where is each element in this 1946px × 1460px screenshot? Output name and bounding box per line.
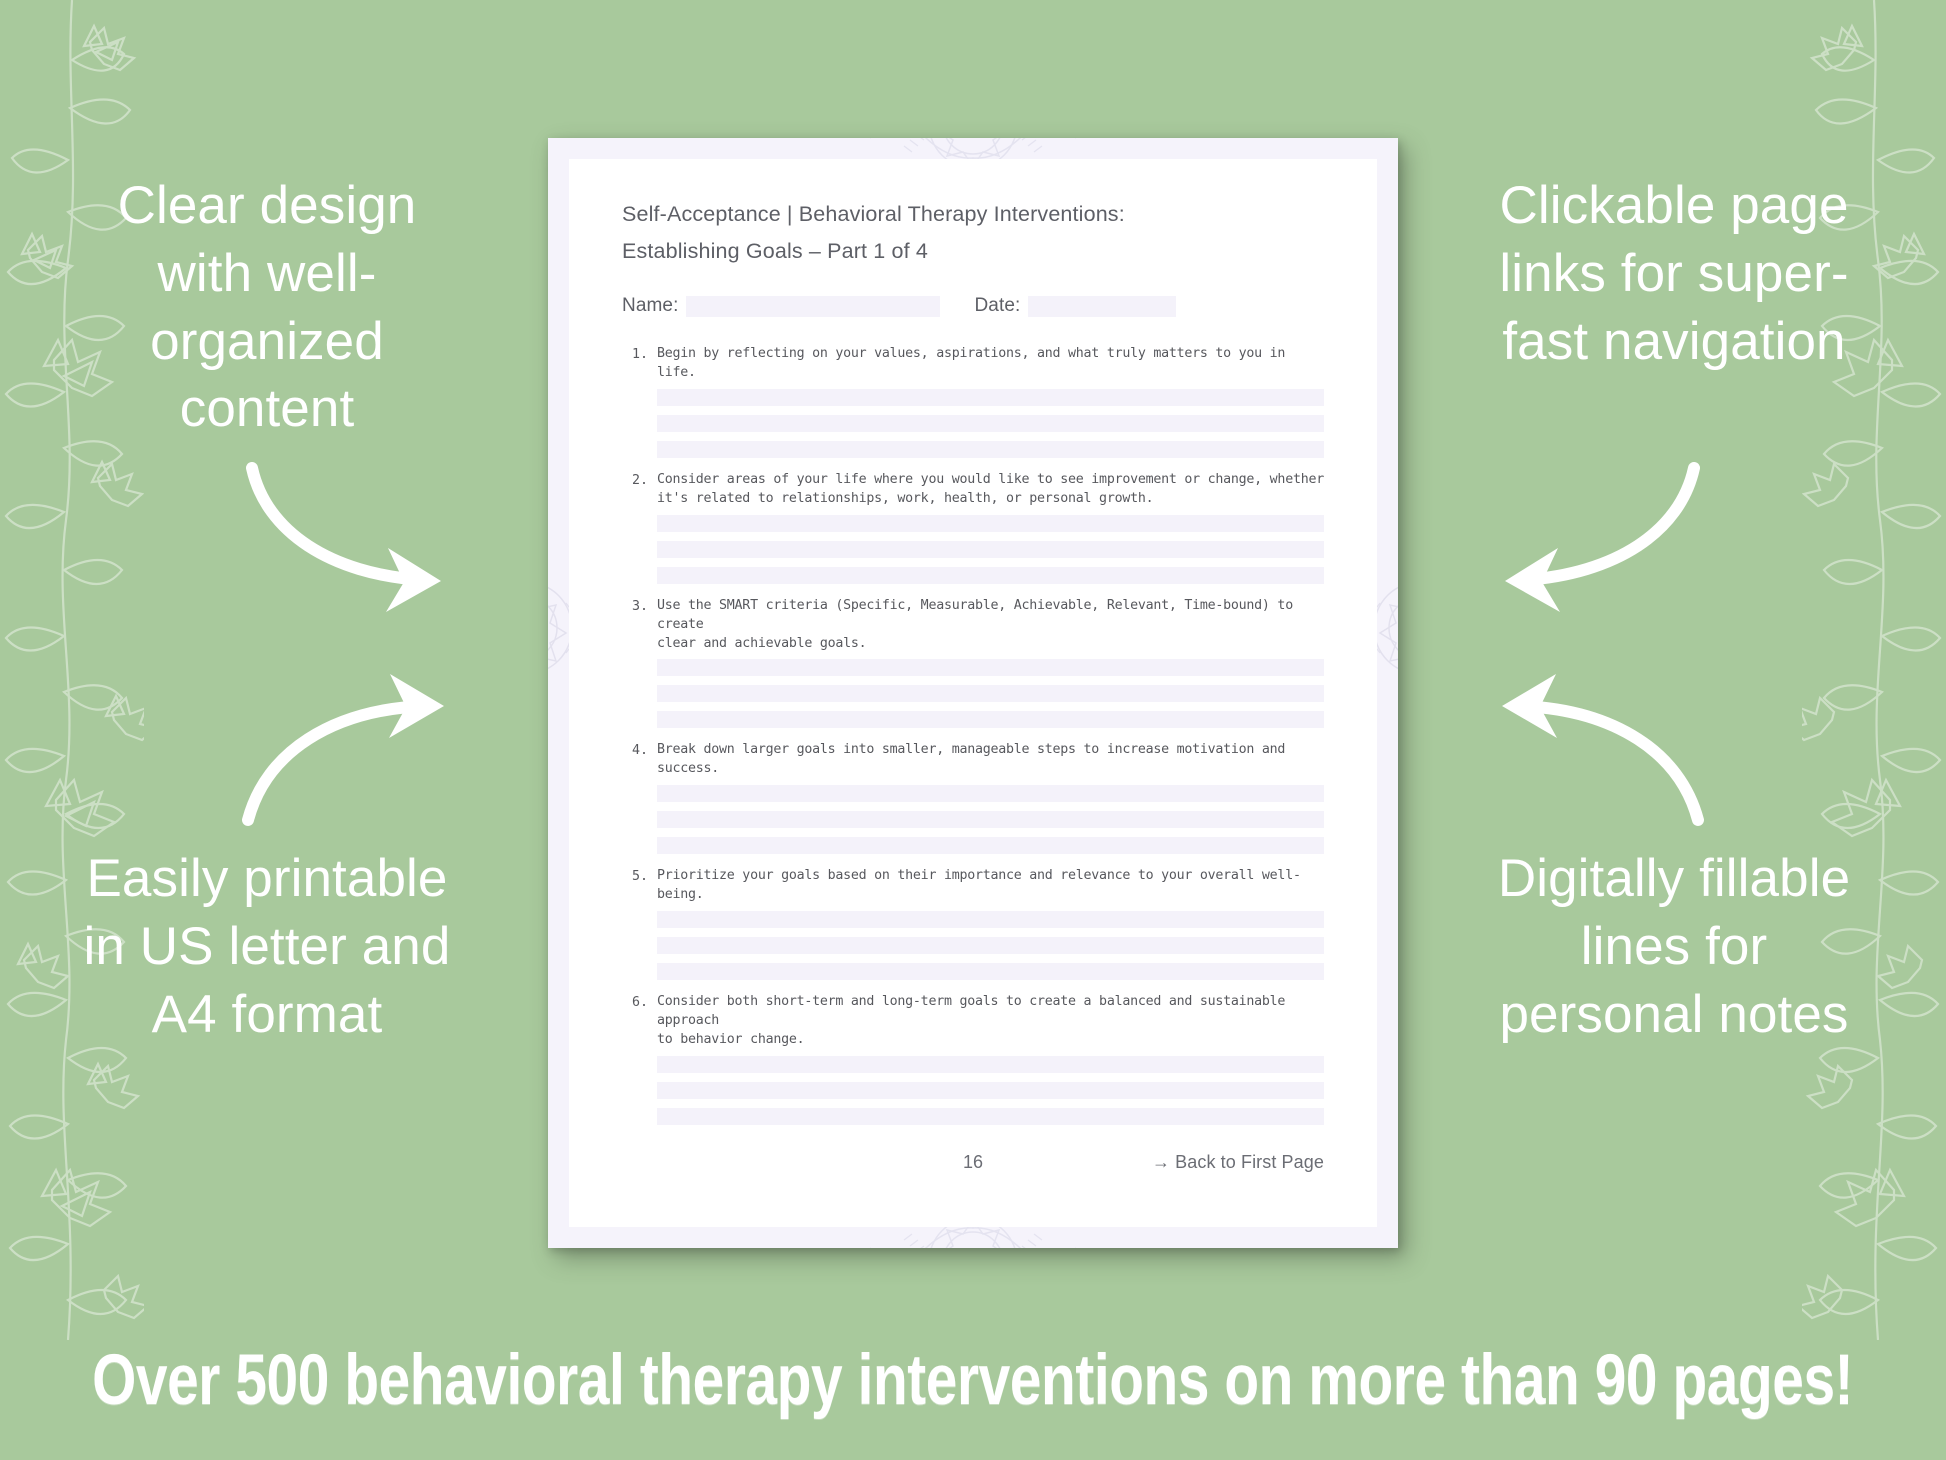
- page-number: 16: [962, 1152, 984, 1172]
- worksheet-item: 4. Break down larger goals into smaller, …: [622, 741, 1324, 863]
- worksheet-footer: 16 → Back to First Page: [622, 1152, 1324, 1173]
- item-body: Begin by reflecting on your values, aspi…: [648, 345, 1324, 467]
- promo-text-bottom-right: Digitally fillable lines for personal no…: [1497, 849, 1851, 1044]
- back-to-first-page-link[interactable]: → Back to First Page: [1152, 1152, 1324, 1173]
- fillable-lines-group: [657, 910, 1324, 980]
- date-input[interactable]: [1028, 295, 1177, 317]
- worksheet-title-line1: Self-Acceptance | Behavioral Therapy Int…: [622, 202, 1125, 226]
- fillable-line[interactable]: [657, 685, 1324, 703]
- worksheet-item: 5. Prioritize your goals based on their i…: [622, 867, 1324, 989]
- item-body: Use the SMART criteria (Specific, Measur…: [648, 597, 1324, 738]
- worksheet-item: 2. Consider areas of your life where you …: [622, 471, 1324, 593]
- date-label: Date:: [974, 295, 1021, 317]
- fillable-line[interactable]: [657, 837, 1324, 855]
- item-number: 4.: [631, 743, 648, 759]
- item-body: Consider both short-term and long-term g…: [648, 993, 1324, 1134]
- fillable-line[interactable]: [657, 1081, 1324, 1099]
- item-number: 5.: [631, 869, 648, 885]
- item-text: Consider areas of your life where you wo…: [657, 472, 1324, 506]
- worksheet-sheet: Self-Acceptance | Behavioral Therapy Int…: [569, 159, 1377, 1227]
- bottom-banner: Over 500 behavioral therapy intervention…: [0, 1300, 1946, 1460]
- item-text: Consider both short-term and long-term g…: [657, 993, 1286, 1047]
- item-number: 6.: [631, 994, 648, 1010]
- item-text: Begin by reflecting on your values, aspi…: [657, 346, 1286, 381]
- fillable-line[interactable]: [657, 962, 1324, 980]
- worksheet-item: 6. Consider both short-term and long-term…: [622, 993, 1324, 1134]
- fillable-lines-group: [657, 1055, 1324, 1125]
- fillable-line[interactable]: [657, 441, 1324, 459]
- item-text: Use the SMART criteria (Specific, Measur…: [657, 597, 1293, 651]
- fillable-line[interactable]: [657, 1055, 1324, 1073]
- item-text: Prioritize your goals based on their imp…: [657, 868, 1301, 903]
- fillable-line[interactable]: [657, 910, 1324, 928]
- promo-text-top-right: Clickable page links for super-fast navi…: [1499, 176, 1849, 371]
- promo-text-top-left: Clear design with well-organized content: [117, 176, 417, 439]
- curved-arrow-down-right-icon: [236, 462, 496, 622]
- worksheet-title: Self-Acceptance | Behavioral Therapy Int…: [622, 199, 1324, 267]
- name-input[interactable]: [686, 295, 941, 317]
- item-body: Break down larger goals into smaller, ma…: [648, 741, 1324, 863]
- fillable-line[interactable]: [657, 936, 1324, 954]
- fillable-line[interactable]: [657, 659, 1324, 677]
- item-body: Prioritize your goals based on their imp…: [648, 867, 1324, 989]
- item-body: Consider areas of your life where you wo…: [648, 471, 1324, 593]
- worksheet-title-line2: Establishing Goals – Part 1 of 4: [622, 239, 928, 264]
- fillable-lines-group: [657, 389, 1324, 459]
- worksheet-item: 3. Use the SMART criteria (Specific, Meas…: [622, 597, 1324, 738]
- curved-arrow-up-right-icon: [236, 672, 496, 832]
- worksheet-page[interactable]: Self-Acceptance | Behavioral Therapy Int…: [548, 138, 1398, 1248]
- fillable-line[interactable]: [657, 566, 1324, 584]
- fillable-line[interactable]: [657, 389, 1324, 407]
- fillable-lines-group: [657, 785, 1324, 855]
- item-number: 3.: [631, 598, 648, 614]
- curved-arrow-up-left-icon: [1450, 672, 1710, 832]
- curved-arrow-down-left-icon: [1450, 462, 1710, 622]
- worksheet-item-list: 1. Begin by reflecting on your values, as…: [622, 345, 1324, 1133]
- name-date-row: Name: Date:: [622, 295, 1324, 317]
- name-label: Name:: [622, 295, 679, 317]
- fillable-line[interactable]: [657, 415, 1324, 433]
- banner-headline: Over 500 behavioral therapy intervention…: [92, 1340, 1854, 1420]
- fillable-line[interactable]: [657, 785, 1324, 803]
- fillable-lines-group: [657, 514, 1324, 584]
- promo-text-bottom-left: Easily printable in US letter and A4 for…: [83, 849, 451, 1044]
- fillable-line[interactable]: [657, 514, 1324, 532]
- fillable-line[interactable]: [657, 811, 1324, 829]
- item-number: 2.: [631, 473, 648, 489]
- item-text: Break down larger goals into smaller, ma…: [657, 742, 1286, 777]
- fillable-line[interactable]: [657, 540, 1324, 558]
- fillable-lines-group: [657, 659, 1324, 729]
- fillable-line[interactable]: [657, 711, 1324, 729]
- item-number: 1.: [631, 347, 648, 363]
- promo-graphic-canvas: Clear design with well-organized content…: [0, 0, 1946, 1460]
- worksheet-item: 1. Begin by reflecting on your values, as…: [622, 345, 1324, 467]
- fillable-line[interactable]: [657, 1107, 1324, 1125]
